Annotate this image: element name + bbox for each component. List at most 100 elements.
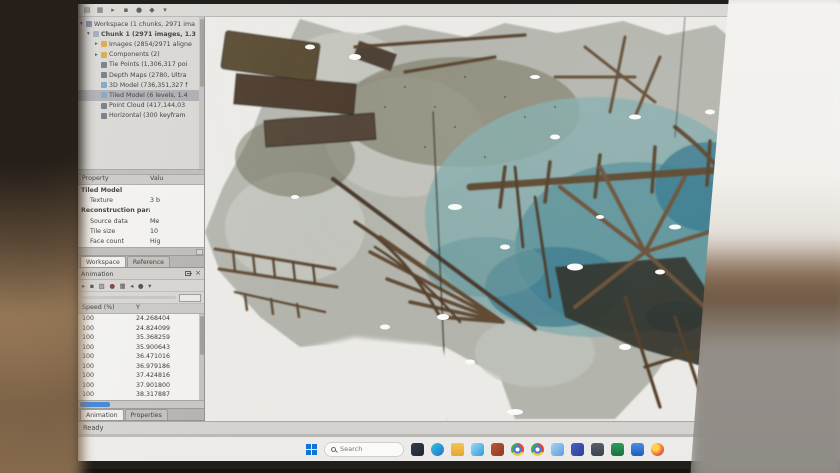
tree-item-label: Workspace (1 chunks, 2971 ima (94, 21, 195, 28)
app-toolbar-icon[interactable]: ▤ (83, 6, 91, 14)
record-icon[interactable]: ● (109, 282, 115, 290)
tree-item-point-cloud[interactable]: Point Cloud (417,144,03 (78, 101, 204, 111)
tree-item-label: Horizontal (300 keyfram (109, 112, 185, 119)
property-label: Face count (78, 238, 150, 245)
tree-item-depth-maps[interactable]: Depth Maps (2780, Ultra (78, 70, 204, 80)
tree-item-horizontal-track[interactable]: Horizontal (300 keyfram (78, 111, 204, 121)
property-row: Tile size 10 (78, 226, 204, 236)
tree-item-components[interactable]: ▸ Components (2) (78, 50, 204, 60)
tab-workspace[interactable]: Workspace (80, 256, 126, 267)
app-toolbar-icon[interactable]: ▦ (96, 6, 104, 14)
search-input[interactable] (340, 445, 390, 453)
close-icon[interactable]: × (195, 270, 201, 277)
app-icon-blue[interactable] (551, 443, 564, 456)
speed-cell: 100 (78, 372, 136, 379)
tree-item-chunk[interactable]: ▾ Chunk 1 (2971 images, 1.3 (78, 29, 204, 39)
keyframe-row[interactable]: 10035.368259 (78, 333, 204, 343)
speed-cell: 100 (78, 353, 136, 360)
property-value: Me (150, 218, 204, 225)
tree-item-tiled-model[interactable]: Tiled Model (6 levels, 1.4 (78, 90, 204, 100)
animation-toolbar-icon[interactable]: ▾ (148, 282, 151, 290)
keyframe-row[interactable]: 10035.900643 (78, 343, 204, 353)
property-label: Reconstruction parameters (78, 207, 150, 214)
animation-toolbar-icon[interactable]: ▦ (120, 282, 126, 290)
property-column-label: Property (78, 175, 150, 184)
timeline-value-box[interactable] (179, 294, 201, 302)
table-scrollbar[interactable] (199, 314, 204, 400)
animation-timeline[interactable] (78, 292, 204, 304)
app-toolbar-icon[interactable]: ◆ (148, 6, 156, 14)
chrome-icon[interactable] (511, 443, 524, 456)
keyframe-row[interactable]: 10038.317887 (78, 390, 204, 400)
y-cell: 37.424816 (136, 372, 204, 379)
animation-toolbar-icon[interactable]: ● (138, 282, 144, 290)
app-toolbar-icon[interactable]: ● (135, 6, 143, 14)
app-toolbar-icon[interactable]: ▪ (122, 6, 130, 14)
calculator-icon[interactable] (591, 443, 604, 456)
components-folder-icon (101, 52, 107, 58)
property-value: Hig (150, 238, 204, 245)
y-cell: 36.471016 (136, 353, 204, 360)
edge-icon[interactable] (431, 443, 444, 456)
tree-item-images[interactable]: ▸ Images (2854/2971 aligne (78, 39, 204, 49)
property-row: Reconstruction parameters (78, 206, 204, 216)
property-value: 3 b (150, 197, 204, 204)
firefox-icon[interactable] (651, 443, 664, 456)
tree-item-3d-model[interactable]: 3D Model (736,351,327 f (78, 80, 204, 90)
speed-cell: 100 (78, 315, 136, 322)
mail-icon[interactable] (471, 443, 484, 456)
animation-progress-row (78, 400, 204, 408)
keyframe-row[interactable]: 10037.424816 (78, 371, 204, 381)
keyframe-row[interactable]: 10036.979186 (78, 362, 204, 372)
rope-background (0, 0, 82, 473)
properties-panel: Tiled Model Texture 3 b Reconstruction p… (78, 185, 204, 247)
taskbar-search[interactable] (324, 442, 404, 457)
keyframe-row[interactable]: 10024.268404 (78, 314, 204, 324)
animation-toolbar-icon[interactable]: ▪ (90, 282, 94, 290)
depth-maps-icon (101, 72, 107, 78)
tab-animation[interactable]: Animation (80, 409, 124, 420)
scrollbar-thumb[interactable] (200, 316, 204, 355)
tree-item-label: Point Cloud (417,144,03 (109, 102, 185, 109)
browser-icon[interactable] (531, 443, 544, 456)
tiled-model-icon (101, 92, 107, 98)
animation-toolbar-icon[interactable]: ▨ (99, 282, 105, 290)
property-row: Texture 3 b (78, 195, 204, 205)
y-cell: 35.368259 (136, 334, 204, 341)
animation-toolbar-icon[interactable]: ▸ (82, 282, 85, 290)
keyframe-row[interactable]: 10037.901800 (78, 381, 204, 391)
properties-scrollbar[interactable] (78, 247, 204, 255)
tree-item-workspace[interactable]: ▾ Workspace (1 chunks, 2971 ima (78, 19, 204, 29)
scrollbar-thumb[interactable] (196, 249, 203, 255)
scrollbar-thumb[interactable] (200, 19, 204, 87)
file-explorer-icon[interactable] (451, 443, 464, 456)
app-toolbar-icon[interactable]: ▸ (109, 6, 117, 14)
camera-track-icon (101, 113, 107, 119)
tab-properties[interactable]: Properties (125, 409, 168, 420)
app-toolbar: ▤ ▦ ▸ ▪ ● ◆ ▾ (78, 4, 840, 17)
app-icon-red[interactable] (491, 443, 504, 456)
tree-scrollbar[interactable] (199, 17, 204, 169)
keyframe-row[interactable]: 10036.471016 (78, 352, 204, 362)
y-cell: 24.268404 (136, 315, 204, 322)
app-toolbar-icon[interactable]: ▾ (161, 6, 169, 14)
y-cell: 24.824099 (136, 325, 204, 332)
photos-app-icon[interactable] (411, 443, 424, 456)
keyframe-table-header: Speed (%) Y (78, 304, 204, 314)
tree-item-tie-points[interactable]: Tie Points (1,306,317 poi (78, 60, 204, 70)
keyframe-row[interactable]: 10024.824099 (78, 324, 204, 334)
property-label: Tiled Model (78, 187, 150, 194)
timeline-track[interactable] (81, 296, 176, 299)
animation-toolbar: ▸ ▪ ▨ ● ▦ ◂ ● ▾ (78, 280, 204, 292)
excel-icon[interactable] (611, 443, 624, 456)
office-app-icon[interactable] (571, 443, 584, 456)
y-cell: 38.317887 (136, 391, 204, 398)
word-icon[interactable] (631, 443, 644, 456)
tree-item-label: Tiled Model (6 levels, 1.4 (109, 92, 188, 99)
animation-toolbar-icon[interactable]: ◂ (130, 282, 133, 290)
tab-reference[interactable]: Reference (127, 256, 170, 267)
start-button[interactable] (306, 444, 317, 455)
point-cloud-icon (101, 103, 107, 109)
float-panel-icon[interactable] (185, 271, 191, 276)
left-sidebar: ▾ Workspace (1 chunks, 2971 ima ▾ Chunk … (78, 17, 205, 421)
